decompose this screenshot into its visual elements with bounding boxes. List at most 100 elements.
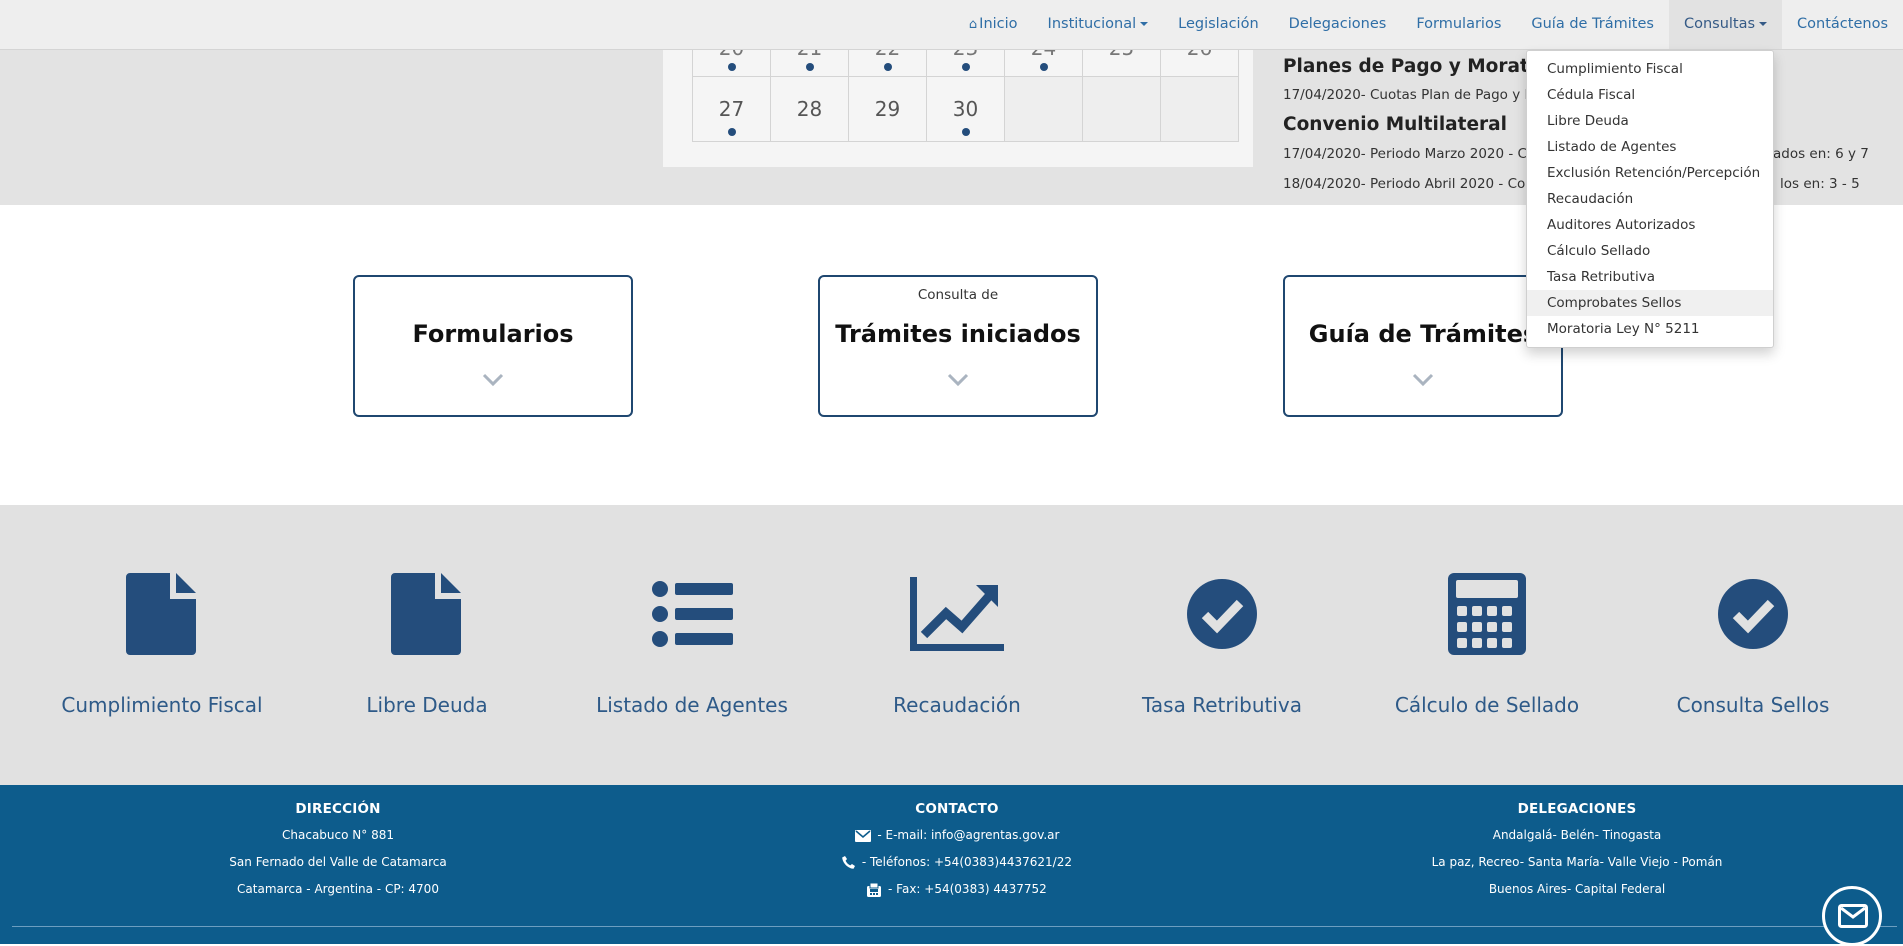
chevron-down-icon xyxy=(482,373,504,387)
news-section-title: Convenio Multilateral xyxy=(1283,114,1507,135)
news-item-link[interactable]: 17/04/2020- Periodo Marzo 2020 - Co xyxy=(1283,146,1535,162)
menu-item-tasa-retributiva[interactable]: Tasa Retributiva xyxy=(1527,264,1773,290)
event-dot xyxy=(727,128,736,136)
calendar-day[interactable]: 20 xyxy=(692,36,771,77)
menu-item-exclusion-retencion-percepcion[interactable]: Exclusión Retención/Percepción xyxy=(1527,160,1773,186)
nav-menu: ⌂ Inicio Institucional Legislación Delega… xyxy=(954,0,1903,49)
nav-label: Formularios xyxy=(1416,16,1502,32)
footer-text: Andalgalá- Belén- Tinogasta xyxy=(1492,828,1662,842)
news-item-link-tail[interactable]: ados en: 6 y 7 xyxy=(1773,146,1869,162)
footer-contacto: CONTACTO - E-mail: info@agrentas.gov.ar … xyxy=(707,798,1207,903)
card-title: Guía de Trámites xyxy=(1308,320,1538,348)
event-dot xyxy=(883,63,892,71)
footer-delegaciones: DELEGACIONES Andalgalá- Belén- Tinogasta… xyxy=(1327,798,1827,903)
consultas-dropdown-menu: Cumplimiento Fiscal Cédula Fiscal Libre … xyxy=(1526,50,1774,348)
quick-link-consulta-sellos[interactable]: Consulta Sellos xyxy=(1620,573,1886,723)
card-subtitle: Consulta de xyxy=(917,287,999,303)
quick-link-calculo-de-sellado[interactable]: Cálculo de Sellado xyxy=(1354,573,1620,723)
event-dot xyxy=(805,63,814,71)
quick-link-label: Libre Deuda xyxy=(366,693,488,717)
fax-icon xyxy=(867,882,882,897)
menu-item-cumplimiento-fiscal[interactable]: Cumplimiento Fiscal xyxy=(1527,56,1773,82)
check-circle-icon xyxy=(1718,579,1788,649)
quick-link-label: Cumplimiento Fiscal xyxy=(61,693,263,717)
nav-label: Delegaciones xyxy=(1288,16,1387,32)
footer-email-line: - E-mail: info@agrentas.gov.ar xyxy=(707,822,1207,849)
quick-link-label: Consulta Sellos xyxy=(1676,693,1830,717)
footer-divider xyxy=(12,926,1897,927)
menu-item-listado-de-agentes[interactable]: Listado de Agentes xyxy=(1527,134,1773,160)
footer-text: La paz, Recreo- Santa María- Valle Viejo… xyxy=(1431,855,1723,869)
menu-item-cedula-fiscal[interactable]: Cédula Fiscal xyxy=(1527,82,1773,108)
list-icon xyxy=(652,581,733,647)
menu-item-moratoria-ley-5211[interactable]: Moratoria Ley N° 5211 xyxy=(1527,316,1773,342)
news-item-link-tail[interactable]: los en: 3 - 5 xyxy=(1780,176,1860,192)
day-number: 29 xyxy=(874,97,901,121)
calendar-day[interactable]: 28 xyxy=(770,76,849,142)
nav-label: Consultas xyxy=(1683,16,1756,32)
quick-link-recaudacion[interactable]: Recaudación xyxy=(824,573,1090,723)
calendar-day[interactable]: 29 xyxy=(848,76,927,142)
quick-link-cumplimiento-fiscal[interactable]: Cumplimiento Fiscal xyxy=(29,573,295,723)
quick-links-strip: Cumplimiento Fiscal Libre Deuda Listado … xyxy=(0,505,1903,785)
calendar-day[interactable]: 27 xyxy=(692,76,771,142)
quick-link-label: Cálculo de Sellado xyxy=(1394,693,1580,717)
quick-link-tasa-retributiva[interactable]: Tasa Retributiva xyxy=(1089,573,1355,723)
caret-down-icon xyxy=(1140,22,1149,26)
news-item-link[interactable]: 18/04/2020- Periodo Abril 2020 - Cont xyxy=(1283,176,1539,192)
footer-heading: DELEGACIONES xyxy=(1517,801,1637,817)
calendar-day[interactable]: 24 xyxy=(1004,36,1083,77)
calendar-day[interactable]: 22 xyxy=(848,36,927,77)
check-circle-icon xyxy=(1187,579,1257,649)
card-tramites-iniciados[interactable]: Consulta de Trámites iniciados xyxy=(818,275,1098,417)
calendar-day[interactable]: 23 xyxy=(926,36,1005,77)
quick-link-libre-deuda[interactable]: Libre Deuda xyxy=(294,573,560,723)
menu-item-recaudacion[interactable]: Recaudación xyxy=(1527,186,1773,212)
contact-mail-button[interactable] xyxy=(1822,886,1882,946)
nav-item-delegaciones[interactable]: Delegaciones xyxy=(1274,0,1402,49)
envelope-icon xyxy=(854,829,871,842)
nav-label: Institucional xyxy=(1047,16,1137,32)
phone-icon xyxy=(842,856,856,869)
footer-text: Catamarca - Argentina - CP: 4700 xyxy=(237,882,439,896)
caret-down-icon xyxy=(1759,22,1768,26)
footer-text: Chacabuco N° 881 xyxy=(282,828,394,842)
nav-item-guia-de-tramites[interactable]: Guía de Trámites xyxy=(1516,0,1669,49)
calendar-week-row: 27 28 29 30 xyxy=(692,76,1239,142)
card-guia-de-tramites[interactable]: Guía de Trámites xyxy=(1283,275,1563,417)
menu-item-calculo-sellado[interactable]: Cálculo Sellado xyxy=(1527,238,1773,264)
nav-item-contactenos[interactable]: Contáctenos xyxy=(1782,0,1903,49)
home-icon: ⌂ xyxy=(968,17,978,32)
day-number: 27 xyxy=(718,97,745,121)
footer-direccion: DIRECCIÓN Chacabuco N° 881 San Fernado d… xyxy=(88,798,588,903)
footer-fax-line: - Fax: +54(0383) 4437752 xyxy=(707,876,1207,903)
calendar-grid: 20 21 22 23 24 25 26 27 28 29 30 xyxy=(692,36,1239,142)
calendar-week-row: 20 21 22 23 24 25 26 xyxy=(692,36,1239,77)
quick-link-label: Recaudación xyxy=(893,693,1021,717)
calendar-empty-cell xyxy=(1160,76,1239,142)
quick-link-listado-de-agentes[interactable]: Listado de Agentes xyxy=(559,573,825,723)
footer-email[interactable]: - E-mail: info@agrentas.gov.ar xyxy=(874,828,1059,842)
calendar-empty-cell xyxy=(1082,76,1161,142)
nav-item-formularios[interactable]: Formularios xyxy=(1401,0,1516,49)
day-number: 28 xyxy=(796,97,823,121)
menu-item-comprobates-sellos[interactable]: Comprobates Sellos xyxy=(1527,290,1773,316)
footer-phones: - Teléfonos: +54(0383)4437621/22 xyxy=(858,855,1072,869)
calendar-day[interactable]: 26 xyxy=(1160,36,1239,77)
card-title: Formularios xyxy=(412,320,574,348)
nav-item-consultas[interactable]: Consultas xyxy=(1668,0,1783,49)
nav-label: Inicio xyxy=(979,16,1018,32)
nav-item-institucional[interactable]: Institucional xyxy=(1033,0,1164,49)
calendar-day[interactable]: 25 xyxy=(1082,36,1161,77)
chevron-down-icon xyxy=(1412,373,1434,387)
card-formularios[interactable]: Formularios xyxy=(353,275,633,417)
calendar-day[interactable]: 30 xyxy=(926,76,1005,142)
nav-item-inicio[interactable]: ⌂ Inicio xyxy=(954,0,1033,49)
event-dot xyxy=(961,63,970,71)
nav-item-legislacion[interactable]: Legislación xyxy=(1163,0,1274,49)
news-item-link[interactable]: 17/04/2020- Cuotas Plan de Pago y M xyxy=(1283,87,1536,103)
menu-item-libre-deuda[interactable]: Libre Deuda xyxy=(1527,108,1773,134)
nav-label: Legislación xyxy=(1178,16,1259,32)
menu-item-auditores-autorizados[interactable]: Auditores Autorizados xyxy=(1527,212,1773,238)
calendar-day[interactable]: 21 xyxy=(770,36,849,77)
